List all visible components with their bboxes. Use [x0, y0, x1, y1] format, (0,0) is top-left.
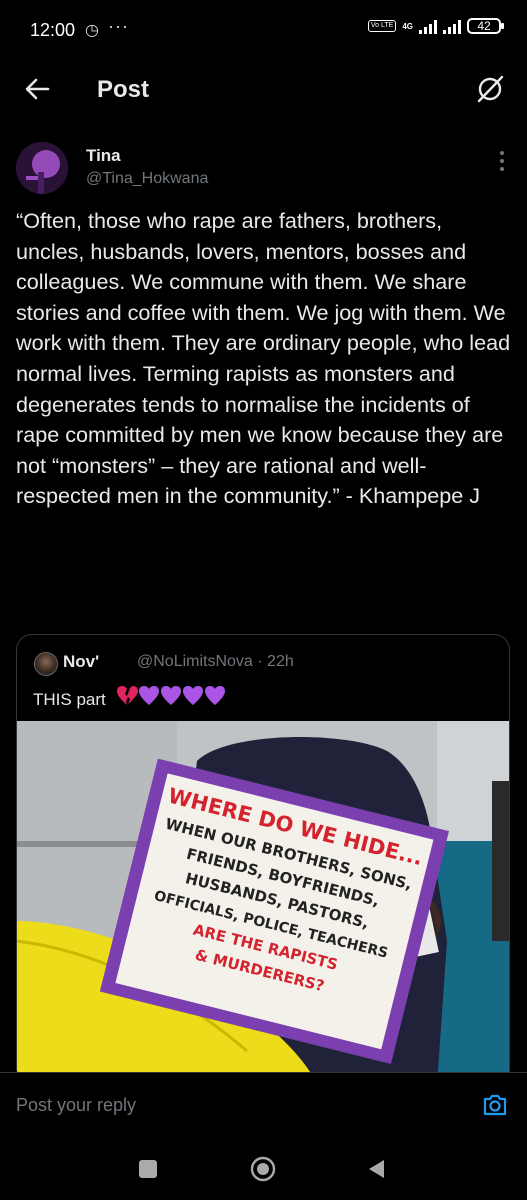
quote-text: THIS part: [33, 690, 106, 709]
home-icon[interactable]: [250, 1156, 276, 1182]
page-title: Post: [97, 76, 150, 103]
author-handle[interactable]: @Tina_Hokwana: [86, 170, 208, 188]
grok-icon[interactable]: [475, 74, 505, 104]
reply-bar: Post your reply: [0, 1072, 527, 1139]
status-indicators: Vo LTE 4G 42: [367, 18, 504, 34]
status-bar: 12:00 ◷ ··· Vo LTE 4G 42: [0, 0, 527, 60]
avatar-image: [16, 142, 68, 194]
avatar[interactable]: [16, 142, 68, 194]
system-nav-bar: [0, 1138, 527, 1200]
alarm-icon: ◷: [85, 22, 99, 39]
quote-avatar: [34, 652, 58, 676]
signal-icon: [419, 18, 437, 34]
recents-icon[interactable]: [139, 1160, 157, 1178]
battery-icon: 42: [467, 18, 504, 34]
network-type: 4G: [402, 21, 413, 31]
quote-photo[interactable]: WHERE DO WE HIDE... WHEN OUR BROTHERS, S…: [17, 721, 510, 1084]
quote-author-handle: @NoLimitsNova · 22h: [137, 653, 294, 670]
author-name[interactable]: Tina: [86, 146, 121, 166]
signal-icon-2: [443, 18, 461, 34]
quoted-post[interactable]: Nov' @NoLimitsNova · 22h THIS part WHERE…: [16, 634, 510, 1084]
reply-input[interactable]: Post your reply: [16, 1095, 136, 1116]
camera-icon[interactable]: [481, 1091, 509, 1119]
quote-emojis: [116, 685, 226, 712]
quote-text-row: THIS part: [33, 685, 226, 712]
header: Post: [0, 60, 527, 122]
status-overflow: ···: [108, 16, 129, 36]
post-text: “Often, those who rape are fathers, brot…: [16, 208, 511, 509]
more-options-icon[interactable]: [499, 150, 505, 172]
system-back-icon[interactable]: [366, 1158, 386, 1180]
quote-author-name: Nov': [63, 652, 100, 671]
status-time: 12:00: [30, 20, 76, 40]
volte-icon: Vo LTE: [367, 20, 397, 32]
back-arrow-icon[interactable]: [22, 74, 52, 104]
